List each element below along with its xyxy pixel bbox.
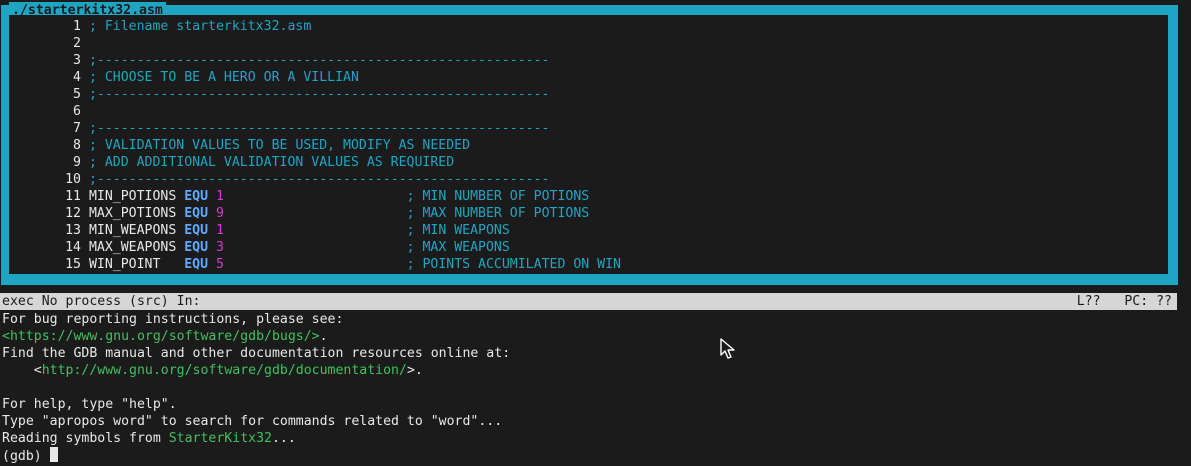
symbol-name: WIN_POINT (88, 257, 185, 272)
source-window-frame: ./starterkitx32.asm 1 ; Filename starter… (1, 2, 1178, 285)
equ-value: 9 (216, 206, 224, 221)
line-code: ; ADD ADDITIONAL VALIDATION VALUES AS RE… (88, 155, 455, 170)
equ-value: 3 (216, 240, 224, 255)
program-name: StarterKitx32 (168, 431, 272, 446)
mouse-pointer-icon (720, 338, 735, 359)
gdb-prompt-line[interactable]: (gdb) (2, 447, 1182, 464)
console-line: Find the GDB manual and other documentat… (2, 346, 511, 361)
equ-keyword: EQU (184, 189, 209, 204)
source-line: 4 ; CHOOSE TO BE A HERO OR A VILLIAN (9, 69, 1168, 86)
line-number: 2 (73, 36, 81, 51)
console-line: Reading symbols from StarterKitx32... (2, 430, 1182, 447)
symbol-name: MIN_POTIONS (88, 189, 185, 204)
equ-value: 5 (216, 257, 224, 272)
source-line: 11 MIN_POTIONS EQU 1 ; MIN NUMBER OF POT… (9, 188, 1168, 205)
status-process: exec No process (src) In: (2, 294, 201, 309)
line-number: 4 (73, 70, 81, 85)
line-code: ; Filename starterkitx32.asm (88, 19, 312, 34)
line-number: 5 (73, 87, 81, 102)
line-code: ; VALIDATION VALUES TO BE USED, MODIFY A… (88, 138, 471, 153)
equ-value: 1 (216, 189, 224, 204)
source-line: 13 MIN_WEAPONS EQU 1 ; MIN WEAPONS (9, 222, 1168, 239)
symbol-name: MIN_WEAPONS (88, 223, 185, 238)
source-line: 9 ; ADD ADDITIONAL VALIDATION VALUES AS … (9, 154, 1168, 171)
console-text: >. (406, 363, 423, 378)
console-line: For help, type "help". (2, 397, 177, 412)
line-code: ; CHOOSE TO BE A HERO OR A VILLIAN (88, 70, 359, 85)
console-line: <http://www.gnu.org/software/gdb/documen… (2, 362, 1182, 379)
source-line: 10 ;------------------------------------… (9, 171, 1168, 188)
equ-value: 1 (216, 223, 224, 238)
line-number: 11 (65, 189, 81, 204)
source-lines: 1 ; Filename starterkitx32.asm 2 3 ;----… (9, 18, 1168, 273)
source-line: 3 ;-------------------------------------… (9, 52, 1168, 69)
line-code: ;---------------------------------------… (88, 172, 550, 187)
line-code: ;---------------------------------------… (88, 121, 550, 136)
line-comment: ; MIN WEAPONS (406, 223, 510, 238)
equ-keyword: EQU (184, 223, 209, 238)
text-cursor (49, 447, 58, 462)
source-line: 5 ;-------------------------------------… (9, 86, 1168, 103)
console-text: ... (271, 431, 296, 446)
line-number: 7 (73, 121, 81, 136)
gdb-prompt: (gdb) (2, 449, 50, 464)
source-line: 12 MAX_POTIONS EQU 9 ; MAX NUMBER OF POT… (9, 205, 1168, 222)
documentation-link[interactable]: http://www.gnu.org/software/gdb/document… (42, 363, 407, 378)
source-line: 8 ; VALIDATION VALUES TO BE USED, MODIFY… (9, 137, 1168, 154)
equ-keyword: EQU (184, 206, 209, 221)
line-comment: ; MAX WEAPONS (406, 240, 510, 255)
line-number: 9 (73, 155, 81, 170)
bug-report-link[interactable]: <https://www.gnu.org/software/gdb/bugs/> (2, 329, 320, 344)
source-line: 6 (9, 103, 1168, 120)
line-comment: ; MAX NUMBER OF POTIONS (406, 206, 590, 221)
line-code: ;---------------------------------------… (88, 87, 550, 102)
source-line: 1 ; Filename starterkitx32.asm (9, 18, 1168, 35)
source-line: 14 MAX_WEAPONS EQU 3 ; MAX WEAPONS (9, 239, 1168, 256)
console-text: . (319, 329, 328, 344)
gdb-console[interactable]: For bug reporting instructions, please s… (2, 311, 1182, 464)
symbol-name: MAX_WEAPONS (88, 240, 185, 255)
status-position: L?? PC: ?? (1077, 293, 1172, 310)
source-line: 7 ;-------------------------------------… (9, 120, 1168, 137)
line-comment: ; MIN NUMBER OF POTIONS (406, 189, 590, 204)
source-line: 15 WIN_POINT EQU 5 ; POINTS ACCUMILATED … (9, 256, 1168, 273)
equ-keyword: EQU (184, 257, 209, 272)
equ-keyword: EQU (184, 240, 209, 255)
line-number: 12 (65, 206, 81, 221)
line-number: 10 (65, 172, 81, 187)
line-number: 13 (65, 223, 81, 238)
line-code: ;---------------------------------------… (88, 53, 550, 68)
console-line: <https://www.gnu.org/software/gdb/bugs/>… (2, 328, 1182, 345)
console-text: Reading symbols from (2, 431, 169, 446)
console-line: Type "apropos word" to search for comman… (2, 414, 503, 429)
source-line: 2 (9, 35, 1168, 52)
line-number: 8 (73, 138, 81, 153)
line-number: 6 (73, 104, 81, 119)
source-window[interactable]: 1 ; Filename starterkitx32.asm 2 3 ;----… (9, 15, 1168, 274)
line-number: 3 (73, 53, 81, 68)
console-text: < (2, 363, 42, 378)
line-number: 14 (65, 240, 81, 255)
line-number: 1 (73, 19, 81, 34)
console-line: For bug reporting instructions, please s… (2, 312, 344, 327)
symbol-name: MAX_POTIONS (88, 206, 185, 221)
status-line: L?? (1076, 294, 1101, 309)
gdb-status-bar: exec No process (src) In: L?? PC: ?? (0, 293, 1177, 310)
status-pc: PC: ?? (1124, 294, 1172, 309)
line-comment: ; POINTS ACCUMILATED ON WIN (406, 257, 621, 272)
line-number: 15 (65, 257, 81, 272)
